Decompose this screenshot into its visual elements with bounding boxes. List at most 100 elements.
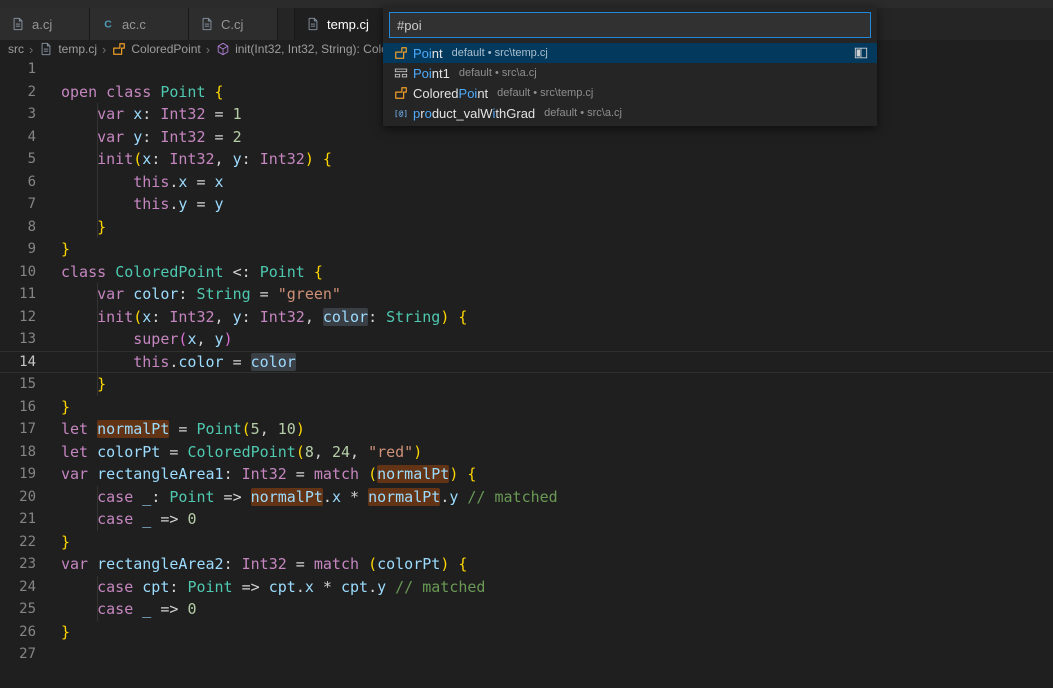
line-number: 4 — [0, 129, 36, 145]
indent-guide — [97, 283, 98, 306]
quick-open-result[interactable]: ColoredPointdefault • src\temp.cj — [383, 83, 877, 103]
indent-guide — [97, 373, 98, 396]
file-icon — [199, 16, 215, 32]
code-line-14[interactable]: 14 this.color = color — [0, 351, 1053, 374]
file-icon — [305, 16, 321, 32]
indent-guide — [97, 306, 98, 329]
quick-open-result[interactable]: Pointdefault • src\temp.cj — [383, 43, 877, 63]
word-highlight: color — [323, 308, 368, 326]
breadcrumb-label: src — [8, 42, 24, 56]
line-number: 22 — [0, 534, 36, 550]
file-icon — [38, 41, 54, 57]
code-line-16[interactable]: 16} — [0, 396, 1053, 419]
vscode-window: a.cjCac.cC.cjtemp.cj✕ src›temp.cj›Colore… — [0, 0, 1053, 688]
code-line-6[interactable]: 6 this.x = x — [0, 171, 1053, 194]
word-highlight: color — [251, 353, 296, 371]
code-line-8[interactable]: 8 } — [0, 216, 1053, 239]
method-icon — [215, 41, 231, 57]
indent-guide — [97, 126, 98, 149]
find-highlight: normalPt — [251, 488, 323, 506]
code-text: var color: String = "green" — [61, 283, 341, 306]
code-text: } — [61, 373, 106, 396]
split-editor-icon[interactable] — [854, 46, 868, 63]
code-line-20[interactable]: 20 case _: Point => normalPt.x * normalP… — [0, 486, 1053, 509]
code-line-25[interactable]: 25 case _ => 0 — [0, 598, 1053, 621]
result-name: Point1 — [413, 66, 450, 81]
tab-temp.cj[interactable]: temp.cj✕ — [295, 8, 396, 40]
code-line-7[interactable]: 7 this.y = y — [0, 193, 1053, 216]
code-text: case _ => 0 — [61, 598, 196, 621]
breadcrumb-item[interactable]: src — [8, 42, 24, 56]
file-icon — [10, 16, 26, 32]
tab-C.cj[interactable]: C.cj — [189, 8, 278, 40]
line-number: 16 — [0, 399, 36, 415]
chevron-right-icon: › — [102, 43, 106, 56]
code-line-9[interactable]: 9} — [0, 238, 1053, 261]
class-icon — [111, 41, 127, 57]
code-text: let colorPt = ColoredPoint(8, 24, "red") — [61, 441, 422, 464]
c-lang-icon: C — [100, 16, 116, 32]
breadcrumb-label: temp.cj — [58, 42, 97, 56]
line-number: 10 — [0, 264, 36, 280]
quick-open-input[interactable] — [389, 12, 871, 38]
tab-label: a.cj — [32, 17, 52, 32]
line-number: 12 — [0, 309, 36, 325]
code-text: } — [61, 531, 70, 554]
breadcrumb-label: ColoredPoint — [131, 42, 200, 56]
code-line-11[interactable]: 11 var color: String = "green" — [0, 283, 1053, 306]
svg-text:C: C — [104, 19, 112, 31]
indent-guide — [97, 171, 98, 194]
find-highlight: normalPt — [377, 465, 449, 483]
line-number: 14 — [0, 354, 36, 370]
quick-open-results: Pointdefault • src\temp.cjPoint1default … — [383, 43, 877, 123]
indent-guide — [97, 148, 98, 171]
code-line-4[interactable]: 4 var y: Int32 = 2 — [0, 126, 1053, 149]
code-line-12[interactable]: 12 init(x: Int32, y: Int32, color: Strin… — [0, 306, 1053, 329]
code-line-5[interactable]: 5 init(x: Int32, y: Int32) { — [0, 148, 1053, 171]
code-text: var rectangleArea2: Int32 = match (color… — [61, 553, 467, 576]
svg-text:[@]: [@] — [394, 109, 408, 118]
line-number: 24 — [0, 579, 36, 595]
code-line-19[interactable]: 19var rectangleArea1: Int32 = match (nor… — [0, 463, 1053, 486]
quick-open-input-wrap — [383, 6, 877, 43]
code-line-26[interactable]: 26} — [0, 621, 1053, 644]
find-highlight: normalPt — [97, 420, 169, 438]
indent-guide — [97, 486, 98, 509]
tab-ac.c[interactable]: Cac.c — [90, 8, 189, 40]
tab-a.cj[interactable]: a.cj — [0, 8, 90, 40]
code-text: case _: Point => normalPt.x * normalPt.y… — [61, 486, 558, 509]
quick-open-result[interactable]: Point1default • src\a.cj — [383, 63, 877, 83]
code-line-23[interactable]: 23var rectangleArea2: Int32 = match (col… — [0, 553, 1053, 576]
code-line-15[interactable]: 15 } — [0, 373, 1053, 396]
code-line-22[interactable]: 22} — [0, 531, 1053, 554]
line-number: 2 — [0, 84, 36, 100]
code-text: init(x: Int32, y: Int32, color: String) … — [61, 306, 467, 329]
indent-guide — [97, 598, 98, 621]
code-line-13[interactable]: 13 super(x, y) — [0, 328, 1053, 351]
code-editor[interactable]: 12open class Point {3 var x: Int32 = 14 … — [0, 58, 1053, 688]
code-line-10[interactable]: 10class ColoredPoint <: Point { — [0, 261, 1053, 284]
code-line-24[interactable]: 24 case cpt: Point => cpt.x * cpt.y // m… — [0, 576, 1053, 599]
line-number: 18 — [0, 444, 36, 460]
code-text: var y: Int32 = 2 — [61, 126, 242, 149]
code-line-21[interactable]: 21 case _ => 0 — [0, 508, 1053, 531]
breadcrumb-item[interactable]: temp.cj — [38, 41, 97, 57]
line-number: 26 — [0, 624, 36, 640]
code-text: } — [61, 238, 70, 261]
struct-icon — [393, 65, 409, 81]
indent-guide — [97, 103, 98, 126]
value-icon: [@] — [393, 105, 409, 121]
result-detail: default • src\temp.cj — [497, 87, 593, 99]
line-number: 8 — [0, 219, 36, 235]
quick-open-result[interactable]: [@]product_valWithGraddefault • src\a.cj — [383, 103, 877, 123]
code-line-17[interactable]: 17let normalPt = Point(5, 10) — [0, 418, 1053, 441]
breadcrumb-item[interactable]: ColoredPoint — [111, 41, 200, 57]
result-detail: default • src\temp.cj — [452, 47, 548, 59]
indent-guide — [97, 352, 98, 373]
code-line-27[interactable]: 27 — [0, 643, 1053, 666]
line-number: 11 — [0, 286, 36, 302]
line-number: 17 — [0, 421, 36, 437]
code-line-18[interactable]: 18 let colorPt = ColoredPoint(8, 24, "red… — [0, 441, 1053, 464]
result-name: product_valWithGrad — [413, 106, 535, 121]
line-number: 7 — [0, 196, 36, 212]
